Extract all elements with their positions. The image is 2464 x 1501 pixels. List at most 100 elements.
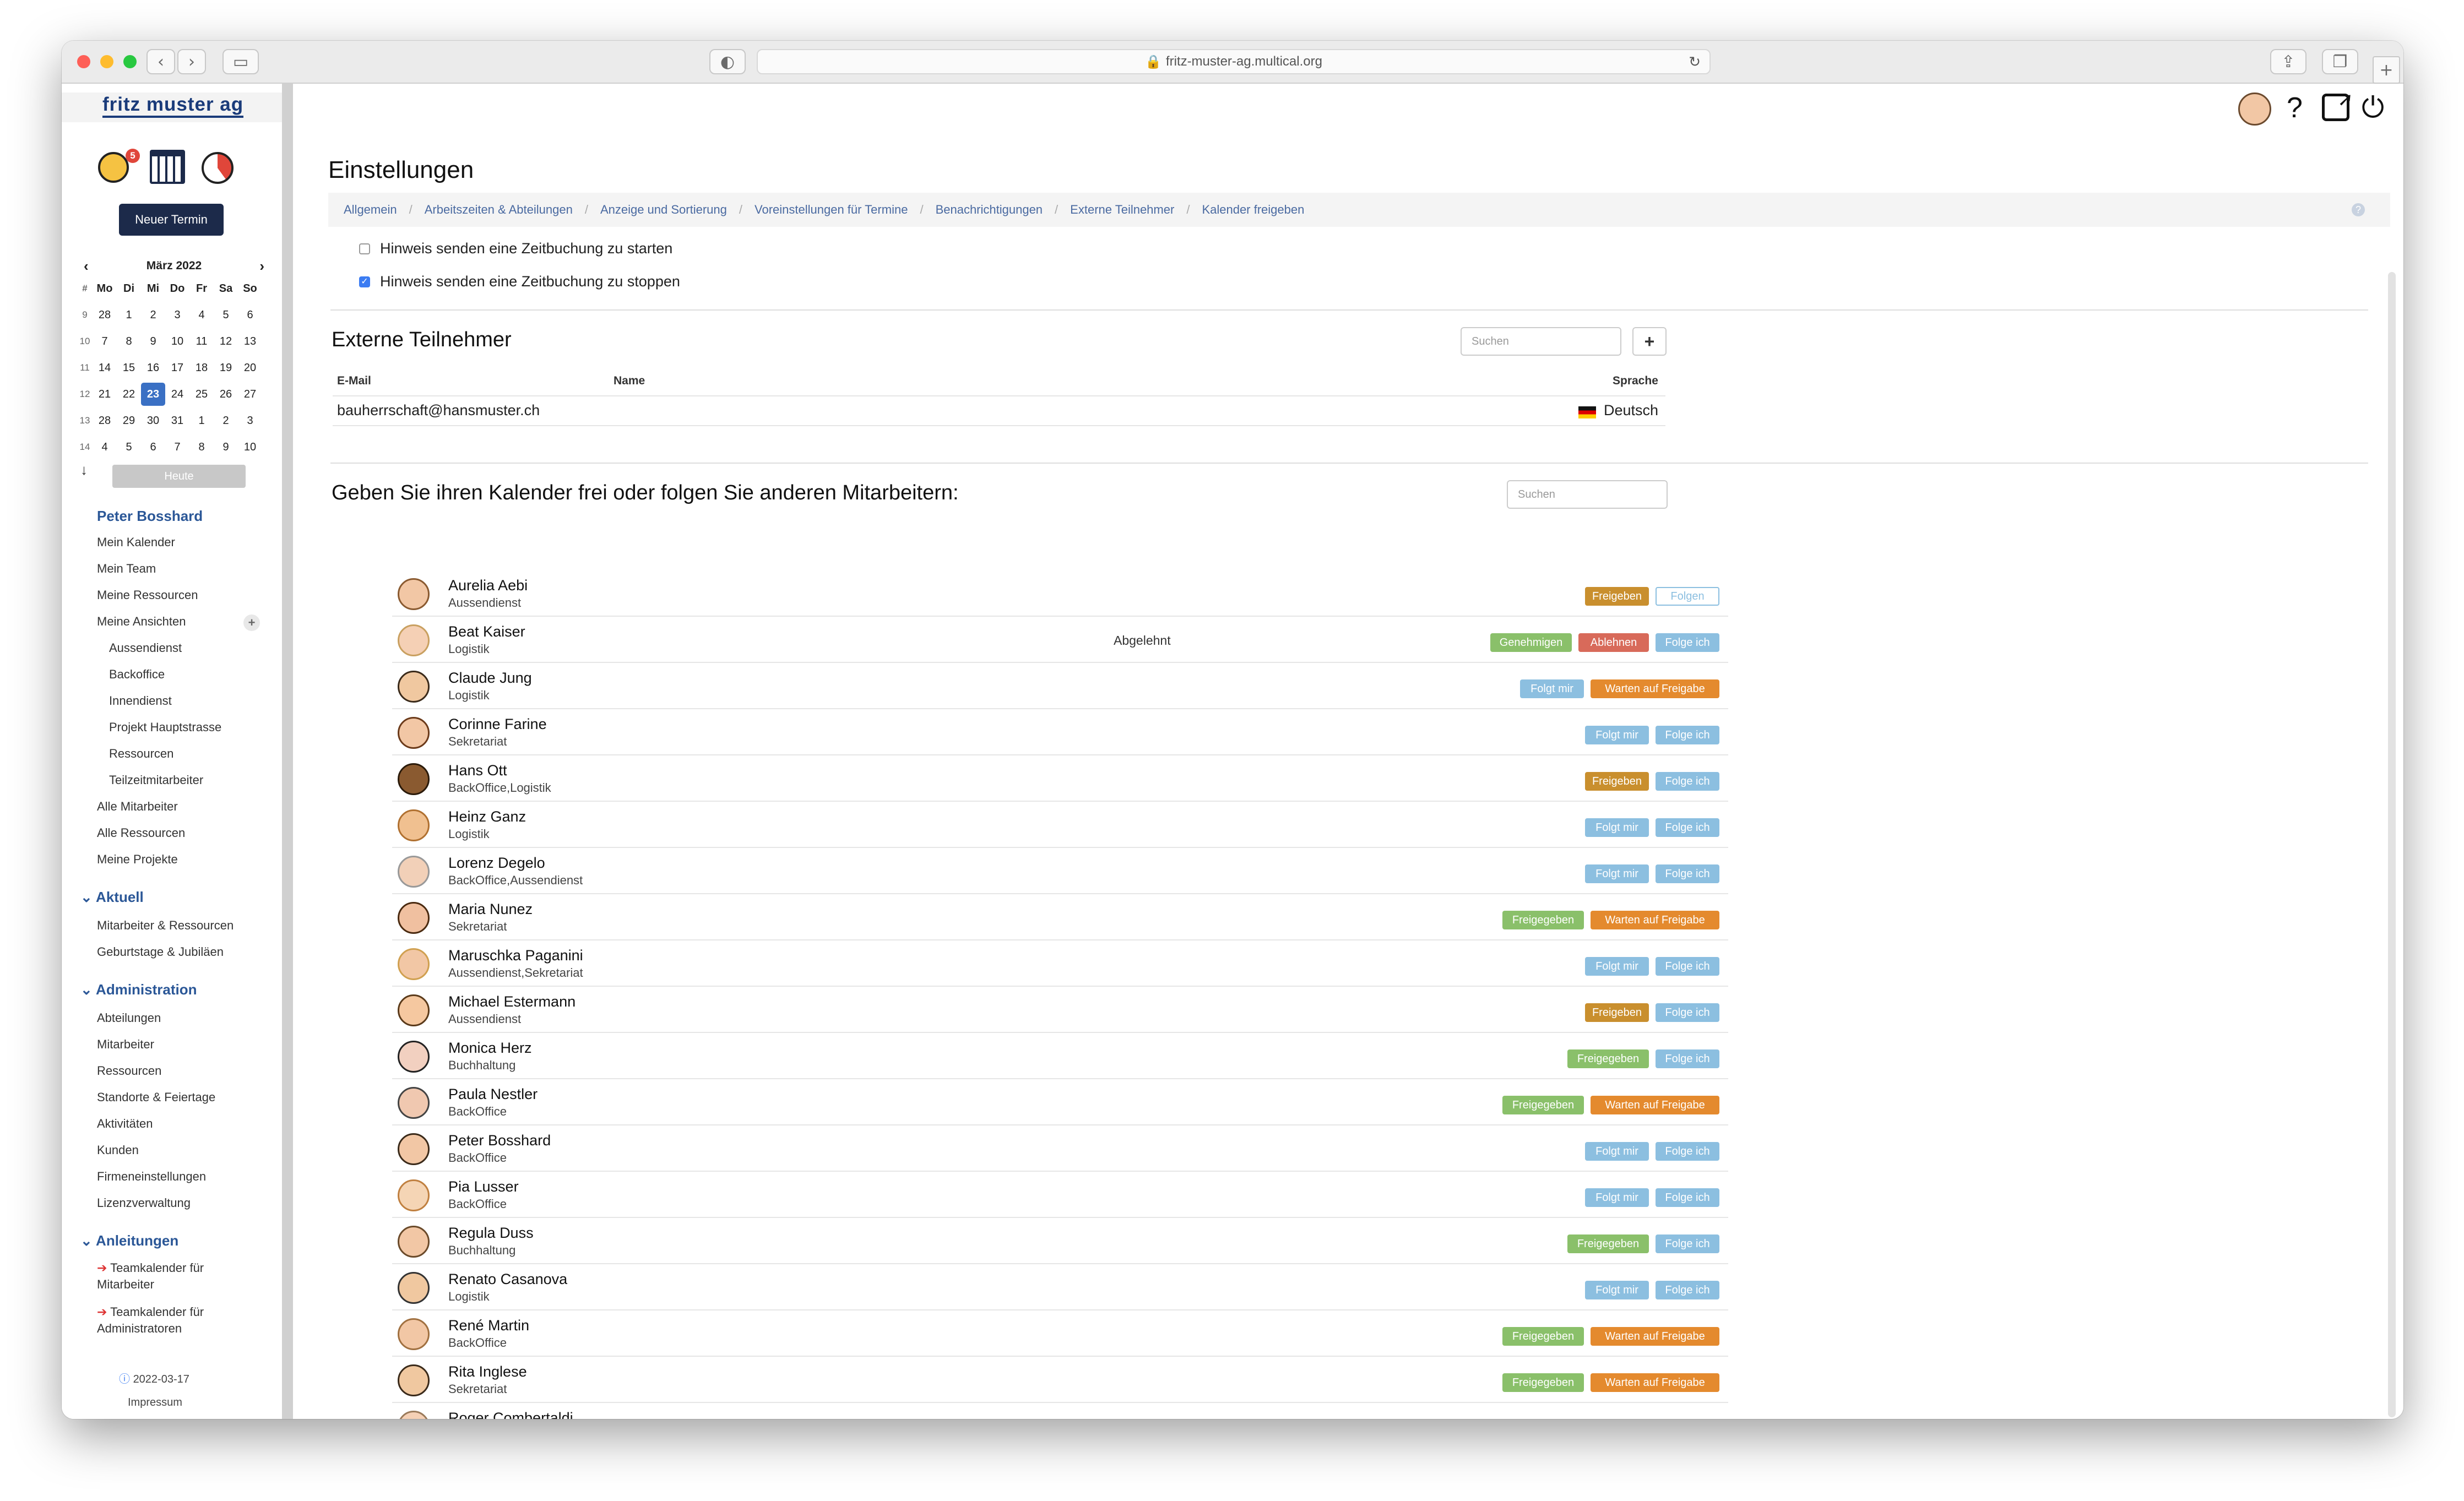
genehmigen-button[interactable]: Genehmigen <box>1490 633 1572 652</box>
warten-auf-freigabe-button[interactable]: Warten auf Freigabe <box>1591 911 1719 929</box>
calendar-icon[interactable] <box>150 150 185 184</box>
share-icon[interactable]: ⇪ <box>2270 49 2306 74</box>
calendar-day[interactable]: 1 <box>117 309 141 322</box>
freigegeben-button[interactable]: Freigegeben <box>1502 1327 1584 1346</box>
calendar-day[interactable]: 31 <box>165 415 189 427</box>
nav-view-item[interactable]: Innendienst <box>109 694 172 708</box>
calendar-day[interactable]: 3 <box>238 415 262 427</box>
nav-admin-section[interactable]: ⌄ Administration <box>80 981 197 998</box>
user-avatar[interactable] <box>2238 93 2271 126</box>
calendar-day[interactable]: 16 <box>141 362 165 374</box>
help-icon[interactable]: ? <box>2287 91 2303 124</box>
folge-ich-button[interactable]: Folge ich <box>1656 772 1719 791</box>
nav-all-employees[interactable]: Alle Mitarbeiter <box>97 800 178 814</box>
folge-ich-button[interactable]: Folge ich <box>1656 1281 1719 1299</box>
folge-ich-button[interactable]: Folge ich <box>1656 1049 1719 1068</box>
nav-my-projects[interactable]: Meine Projekte <box>97 852 178 867</box>
nav-view-item[interactable]: Backoffice <box>109 667 165 682</box>
external-search-input[interactable]: Suchen <box>1461 327 1621 356</box>
calendar-day[interactable]: 7 <box>165 441 189 454</box>
nav-current-item[interactable]: Mitarbeiter & Ressourcen <box>97 918 234 933</box>
address-bar[interactable]: 🔒 fritz-muster-ag.multical.org ↻ <box>757 49 1711 74</box>
freigegeben-button[interactable]: Freigegeben <box>1502 1096 1584 1114</box>
calendar-day[interactable]: 9 <box>141 335 165 348</box>
close-window-icon[interactable] <box>77 55 90 68</box>
add-view-icon[interactable]: + <box>243 614 260 631</box>
nav-current-item[interactable]: Geburtstage & Jubiläen <box>97 945 224 959</box>
reload-icon[interactable]: ↻ <box>1689 53 1701 70</box>
nav-user[interactable]: Peter Bosshard <box>97 508 203 525</box>
prev-month-icon[interactable]: ‹ <box>84 257 89 275</box>
nav-my-resources[interactable]: Meine Ressourcen <box>97 588 198 602</box>
export-icon[interactable]: ➚ <box>2322 89 2353 121</box>
next-month-icon[interactable]: › <box>259 257 264 275</box>
tab-share-calendar[interactable]: Kalender freigeben <box>1202 203 1304 217</box>
imprint-link[interactable]: Impressum <box>128 1396 182 1409</box>
warten-auf-freigabe-button[interactable]: Warten auf Freigabe <box>1591 1327 1719 1346</box>
calendar-day[interactable]: 23 <box>141 383 165 406</box>
nav-admin-item[interactable]: Aktivitäten <box>97 1117 153 1131</box>
privacy-shield-icon[interactable]: ◐ <box>709 49 746 74</box>
folge-ich-button[interactable]: Folge ich <box>1656 633 1719 652</box>
freigeben-button[interactable]: Freigeben <box>1585 587 1649 606</box>
calendar-day[interactable]: 5 <box>214 309 238 322</box>
calendar-day[interactable]: 7 <box>93 335 117 348</box>
freigegeben-button[interactable]: Freigegeben <box>1502 911 1584 929</box>
nav-admin-item[interactable]: Lizenzverwaltung <box>97 1196 191 1210</box>
freigegeben-button[interactable]: Freigegeben <box>1567 1049 1649 1068</box>
folgt-mir-button[interactable]: Folgt mir <box>1585 1188 1649 1207</box>
sidebar-scrollbar[interactable] <box>282 84 293 1419</box>
calendar-day[interactable]: 30 <box>141 415 165 427</box>
calendar-day[interactable]: 27 <box>238 388 262 401</box>
calendar-day[interactable]: 25 <box>189 388 214 401</box>
tab-event-defaults[interactable]: Voreinstellungen für Termine <box>755 203 908 217</box>
nav-admin-item[interactable]: Ressourcen <box>97 1064 161 1078</box>
calendar-day[interactable]: 19 <box>214 362 238 374</box>
time-tracking-icon[interactable] <box>202 152 234 184</box>
back-icon[interactable]: ‹ <box>146 49 175 74</box>
folge-ich-button[interactable]: Folge ich <box>1656 1003 1719 1022</box>
share-search-input[interactable]: Suchen <box>1507 480 1668 509</box>
nav-guide-item[interactable]: ➔ Teamkalender für Mitarbeiter <box>97 1260 240 1293</box>
folgt-mir-button[interactable]: Folgt mir <box>1585 1142 1649 1161</box>
external-email[interactable]: bauherrschaft@hansmuster.ch <box>337 402 540 419</box>
brand-logo[interactable]: fritz muster ag <box>102 94 244 118</box>
calendar-day[interactable]: 14 <box>93 362 117 374</box>
folgt-mir-button[interactable]: Folgt mir <box>1520 679 1584 698</box>
folgt-mir-button[interactable]: Folgt mir <box>1585 1281 1649 1299</box>
nav-my-calendar[interactable]: Mein Kalender <box>97 535 175 550</box>
forward-icon[interactable]: › <box>177 49 206 74</box>
nav-admin-item[interactable]: Firmeneinstellungen <box>97 1170 206 1184</box>
tab-general[interactable]: Allgemein <box>344 203 397 217</box>
calendar-day[interactable]: 6 <box>141 441 165 454</box>
nav-admin-item[interactable]: Mitarbeiter <box>97 1037 154 1052</box>
help-tooltip-icon[interactable]: ? <box>2352 203 2365 216</box>
folge-ich-button[interactable]: Folge ich <box>1656 1142 1719 1161</box>
tab-working-hours[interactable]: Arbeitszeiten & Abteilungen <box>425 203 573 217</box>
new-tab-icon[interactable]: + <box>2373 56 2400 84</box>
calendar-day[interactable]: 3 <box>165 309 189 322</box>
folge-ich-button[interactable]: Folge ich <box>1656 1234 1719 1253</box>
tab-notifications[interactable]: Benachrichtigungen <box>936 203 1043 217</box>
today-button[interactable]: Heute <box>112 465 246 488</box>
folge-ich-button[interactable]: Folge ich <box>1656 957 1719 976</box>
calendar-day[interactable]: 12 <box>214 335 238 348</box>
freigeben-button[interactable]: Freigeben <box>1585 772 1649 791</box>
logout-power-icon[interactable]: ⏻ <box>2362 91 2384 125</box>
warten-auf-freigabe-button[interactable]: Warten auf Freigabe <box>1591 1373 1719 1392</box>
freigegeben-button[interactable]: Freigegeben <box>1502 1373 1584 1392</box>
freigegeben-button[interactable]: Freigegeben <box>1567 1234 1649 1253</box>
calendar-day[interactable]: 13 <box>238 335 262 348</box>
warten-auf-freigabe-button[interactable]: Warten auf Freigabe <box>1591 1096 1719 1114</box>
folge-ich-button[interactable]: Folge ich <box>1656 864 1719 883</box>
nav-guide-item[interactable]: ➔ Teamkalender für Administratoren <box>97 1304 240 1337</box>
calendar-day[interactable]: 4 <box>189 309 214 322</box>
calendar-day[interactable]: 24 <box>165 388 189 401</box>
nav-view-item[interactable]: Ressourcen <box>109 747 173 761</box>
nav-all-resources[interactable]: Alle Ressourcen <box>97 826 185 840</box>
calendar-day[interactable]: 8 <box>189 441 214 454</box>
nav-my-views[interactable]: Meine Ansichten <box>97 614 186 629</box>
content-scrollbar[interactable] <box>2388 272 2396 1417</box>
new-event-button[interactable]: Neuer Termin <box>119 204 224 236</box>
calendar-day[interactable]: 15 <box>117 362 141 374</box>
